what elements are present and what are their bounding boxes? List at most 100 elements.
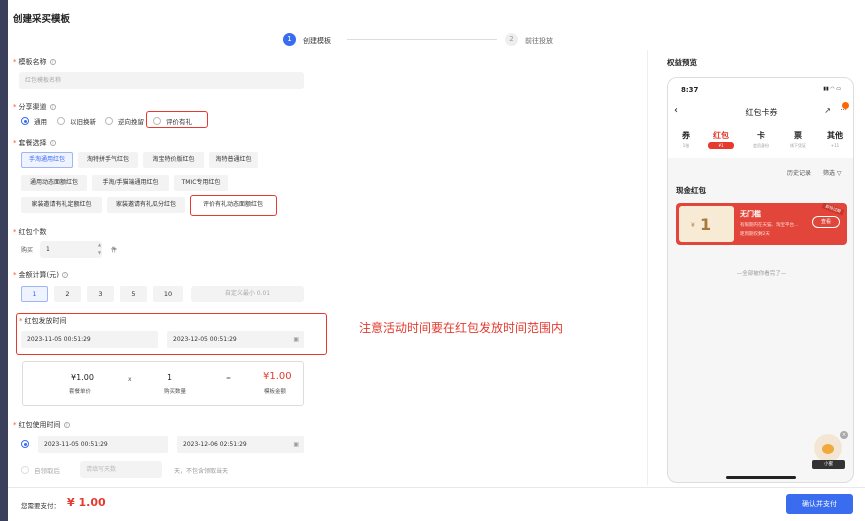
- quantity: 1: [167, 373, 173, 382]
- use-end-input[interactable]: 2023-12-06 02:51:29 ▣: [177, 436, 304, 453]
- card-title: 无门槛: [740, 210, 761, 218]
- channel-radio-general[interactable]: 通用: [21, 116, 47, 126]
- radio-dot: [21, 440, 29, 448]
- tab-redpacket-badge: ¥1: [708, 142, 734, 149]
- template-name-input[interactable]: 红包模板名称: [19, 72, 304, 89]
- tab-other-sub: +11: [830, 143, 840, 148]
- days-suffix: 天，不包含领取当天: [174, 468, 229, 475]
- package-chip[interactable]: 家装邀请有礼定额红包: [21, 197, 102, 213]
- channel-radio-trade-in[interactable]: 以旧换新: [57, 116, 96, 126]
- tab-ticket-sub: 线下凭证: [790, 143, 806, 148]
- expiring-tag: 即将过期: [821, 203, 845, 216]
- help-icon[interactable]: ?: [63, 422, 70, 428]
- redpacket-card[interactable]: ¥ 1 无门槛 有限期内在天猫、淘宝平台... 距到期仅剩2天 查看 即将过期: [676, 203, 847, 245]
- issue-end-input[interactable]: 2023-12-05 00:51:29 ▣: [167, 331, 304, 348]
- help-icon[interactable]: ?: [49, 59, 56, 65]
- annotation-note: 注意活动时间要在红包发放时间范围内: [359, 321, 564, 335]
- amount-label: * 金额计算(元)?: [13, 271, 68, 279]
- coupon-stub: ¥ 1: [679, 206, 734, 242]
- tab-card-sub: 会员身份: [753, 143, 769, 148]
- amount-option[interactable]: 10: [153, 286, 183, 302]
- package-chip[interactable]: 通用动态面额红包: [21, 175, 87, 191]
- count-prefix: 购买: [21, 247, 34, 254]
- times-sign: x: [128, 376, 132, 383]
- package-chip[interactable]: 淘特拼手气红包: [78, 152, 138, 168]
- package-chip[interactable]: 家装邀请有礼瓜分红包: [107, 197, 185, 213]
- radio-dot: [21, 466, 29, 474]
- coupon-value: 1: [700, 215, 712, 234]
- days-input[interactable]: 请填写天数: [80, 461, 162, 478]
- pay-label: 您需要支付：: [21, 502, 60, 510]
- amount-option[interactable]: 3: [87, 286, 114, 302]
- unit-price-label: 套餐单价: [69, 389, 92, 395]
- tab-coupon[interactable]: 券: [671, 130, 701, 141]
- step-1-circle: 1: [283, 33, 296, 46]
- view-button[interactable]: 查看: [812, 216, 840, 228]
- step-connector: [347, 39, 497, 40]
- phone-time: 8:37: [681, 86, 699, 94]
- use-time-radio-relative[interactable]: 自领取后: [21, 465, 60, 475]
- package-chip[interactable]: TMIC专用红包: [174, 175, 228, 191]
- tab-other[interactable]: 其他: [820, 130, 850, 141]
- assistant-head-icon: [822, 444, 834, 454]
- card-expire: 距到期仅剩2天: [740, 232, 770, 237]
- calendar-icon: ▣: [293, 441, 299, 448]
- use-time-label: * 红包使用时间?: [13, 421, 70, 429]
- radio-dot: [105, 117, 113, 125]
- help-icon[interactable]: ?: [49, 140, 56, 146]
- phone-preview: 8:37 ▮▮ ◠ ▭ ‹ 红包卡券 ↗ ··· 券 1张 红包 ¥1 卡 会员…: [667, 77, 854, 483]
- left-nav-strip: [0, 0, 8, 521]
- issue-start-input[interactable]: 2023-11-05 00:51:29: [21, 331, 158, 348]
- quantity-label: 购买数量: [164, 389, 187, 395]
- total-label: 模板金额: [264, 389, 287, 395]
- filter-button[interactable]: 筛选 ▽: [823, 168, 842, 177]
- history-link[interactable]: 历史记录: [787, 168, 811, 177]
- template-name-label: * 模板名称?: [13, 58, 56, 66]
- package-chip[interactable]: 淘特普通红包: [209, 152, 258, 168]
- count-input[interactable]: 1: [40, 241, 102, 258]
- unit-price: ¥1.00: [71, 373, 94, 382]
- currency-symbol: ¥: [691, 222, 695, 229]
- amount-option[interactable]: 5: [120, 286, 147, 302]
- preview-label: 权益预览: [667, 58, 697, 67]
- summary-box: [22, 361, 304, 406]
- step-indicator: 1 创建模板 2 前往投放: [283, 33, 603, 47]
- use-start-input[interactable]: 2023-11-05 00:51:29: [38, 436, 168, 453]
- stepper-arrows[interactable]: ▲ ▼: [98, 241, 101, 257]
- card-desc: 有限期内在天猫、淘宝平台...: [740, 223, 799, 228]
- panel-divider: [647, 50, 648, 485]
- step-2-label: 前往投放: [525, 37, 553, 45]
- package-chip[interactable]: 淘宝特价版红包: [143, 152, 204, 168]
- count-label: * 红包个数: [13, 228, 47, 236]
- highlight-box-package: [190, 195, 277, 216]
- tab-redpacket[interactable]: 红包: [706, 130, 736, 141]
- share-icon[interactable]: ↗: [824, 106, 831, 115]
- help-icon[interactable]: ?: [61, 272, 68, 278]
- notification-dot: [842, 102, 849, 109]
- close-icon[interactable]: ×: [840, 431, 848, 439]
- package-chip[interactable]: 手淘通用红包: [21, 152, 73, 168]
- highlight-box-review: [146, 111, 208, 128]
- package-label: * 套餐选择?: [13, 139, 56, 147]
- count-unit: 件: [111, 247, 118, 254]
- end-of-list: —全部被你看完了—: [736, 271, 787, 277]
- share-channel-label: * 分享渠道?: [13, 103, 56, 111]
- custom-amount-input[interactable]: 自定义最小 0.01: [191, 286, 304, 302]
- step-1-label: 创建模板: [303, 37, 331, 45]
- amount-option[interactable]: 2: [54, 286, 81, 302]
- calendar-icon: ▣: [293, 336, 299, 343]
- use-time-radio-range[interactable]: [21, 440, 34, 448]
- issue-time-label: * 红包发放时间: [19, 317, 67, 325]
- confirm-pay-button[interactable]: 确认并支付: [786, 494, 853, 514]
- help-icon[interactable]: ?: [49, 104, 56, 110]
- amount-option[interactable]: 1: [21, 286, 48, 302]
- status-icons: ▮▮ ◠ ▭: [823, 86, 841, 92]
- tab-coupon-sub: 1张: [682, 143, 690, 148]
- tab-ticket[interactable]: 票: [783, 130, 813, 141]
- page-title: 创建采买模板: [13, 14, 71, 25]
- tab-card[interactable]: 卡: [746, 130, 776, 141]
- total-amount: ¥1.00: [263, 371, 292, 382]
- package-chip[interactable]: 手淘/手猫端通用红包: [92, 175, 169, 191]
- channel-radio-retention[interactable]: 逆向挽留: [105, 116, 144, 126]
- radio-dot: [57, 117, 65, 125]
